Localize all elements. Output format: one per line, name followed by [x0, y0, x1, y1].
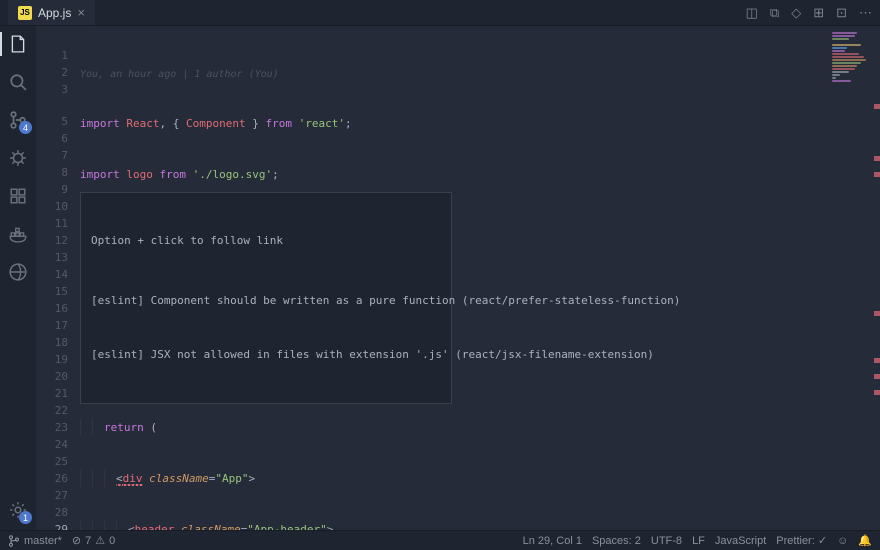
status-branch[interactable]: master* [8, 535, 62, 547]
extensions-icon[interactable] [6, 184, 30, 208]
code-content[interactable]: You, an hour ago | 1 author (You) import… [80, 26, 880, 530]
error-icon: ⊘ [72, 534, 81, 547]
status-position[interactable]: Ln 29, Col 1 [523, 535, 582, 547]
eslint-message: [eslint] Component should be written as … [91, 293, 441, 309]
bell-icon[interactable]: 🔔 [858, 534, 872, 547]
files-icon[interactable] [6, 32, 30, 56]
close-icon[interactable]: × [77, 5, 85, 20]
split-editor-icon[interactable]: ⊞ [813, 5, 824, 21]
status-prettier[interactable]: Prettier: ✓ [776, 534, 827, 547]
scm-badge: 4 [19, 121, 32, 134]
status-eol[interactable]: LF [692, 535, 705, 547]
tab-app-js[interactable]: JS App.js × [8, 0, 95, 25]
js-file-icon: JS [18, 6, 32, 20]
title-actions: ◫ ⧉ ◇ ⊞ ⊡ ⋯ [746, 5, 872, 21]
titlebar: JS App.js × ◫ ⧉ ◇ ⊞ ⊡ ⋯ [0, 0, 880, 26]
overview-ruler[interactable] [870, 26, 880, 530]
remote-icon[interactable] [6, 260, 30, 284]
debug-icon[interactable] [6, 146, 30, 170]
source-control-icon[interactable]: 4 [6, 108, 30, 132]
diff-icon[interactable]: ◇ [791, 5, 801, 21]
hover-hint: Option + click to follow link [91, 233, 441, 249]
warning-icon: ⚠ [95, 534, 105, 547]
open-preview-icon[interactable]: ⧉ [770, 5, 779, 21]
editor[interactable]: 123 567891011121314151617181920212223242… [36, 26, 880, 530]
settings-icon[interactable]: 1 [6, 498, 30, 522]
gutter: 123 567891011121314151617181920212223242… [36, 26, 80, 530]
status-bar: master* ⊘7 ⚠0 Ln 29, Col 1 Spaces: 2 UTF… [0, 530, 880, 550]
activity-bar: 4 1 [0, 26, 36, 530]
hover-tooltip: Option + click to follow link [eslint] C… [80, 192, 452, 404]
tabs: JS App.js × [8, 0, 95, 25]
compare-icon[interactable]: ◫ [746, 5, 758, 21]
search-icon[interactable] [6, 70, 30, 94]
docker-icon[interactable] [6, 222, 30, 246]
more-icon[interactable]: ⋯ [859, 5, 872, 21]
feedback-icon[interactable]: ☺ [837, 535, 848, 547]
status-encoding[interactable]: UTF-8 [651, 535, 682, 547]
tab-title: App.js [38, 6, 71, 20]
layout-icon[interactable]: ⊡ [836, 5, 847, 21]
status-spaces[interactable]: Spaces: 2 [592, 535, 641, 547]
git-blame-annotation: You, an hour ago | 1 author (You) [80, 66, 880, 81]
status-problems[interactable]: ⊘7 ⚠0 [72, 534, 115, 547]
eslint-message: [eslint] JSX not allowed in files with e… [91, 347, 441, 363]
settings-badge: 1 [19, 511, 32, 524]
status-language[interactable]: JavaScript [715, 535, 766, 547]
